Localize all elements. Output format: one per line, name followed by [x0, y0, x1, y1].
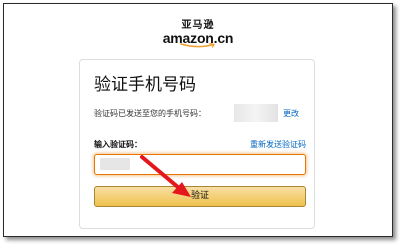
verify-button[interactable]: 验证: [94, 186, 306, 207]
change-phone-link[interactable]: 更改: [283, 108, 299, 120]
code-field-label: 输入验证码：: [94, 140, 142, 149]
resend-code-link[interactable]: 重新发送验证码: [250, 139, 306, 151]
amazon-logo[interactable]: 亚马逊 amazon.cn: [4, 20, 392, 49]
masked-phone-number: [234, 104, 278, 122]
code-sent-text: 验证码已发送至您的手机号码：: [94, 109, 206, 118]
screenshot-frame: 亚马逊 amazon.cn 验证手机号码 验证码已发送至您的手机号码： 更改 输…: [3, 3, 393, 237]
page-title: 验证手机号码: [94, 75, 196, 95]
verification-card: 验证手机号码 验证码已发送至您的手机号码： 更改 输入验证码： 重新发送验证码 …: [79, 59, 315, 229]
masked-code-value: [100, 158, 130, 170]
logo-english-text: amazon.cn: [162, 30, 234, 46]
